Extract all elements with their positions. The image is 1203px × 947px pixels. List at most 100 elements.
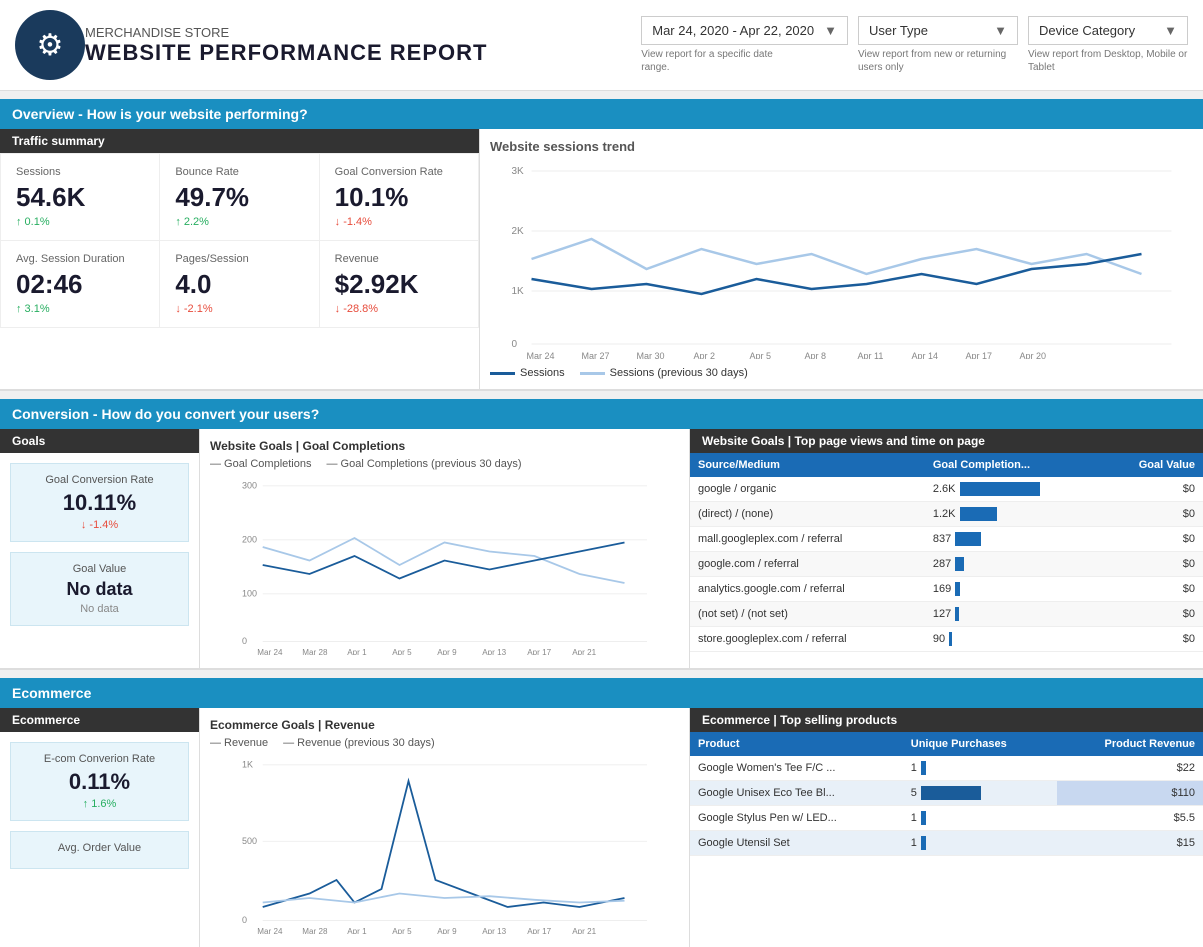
device-arrow: ▼: [1164, 23, 1177, 38]
sessions-trend-chart: 3K 2K 1K 0 Mar 24 Mar 27 Mar 30 Apr 2 Ap…: [490, 159, 1193, 359]
svg-text:Apr 11: Apr 11: [858, 351, 884, 359]
website-goals-panel: Website Goals | Top page views and time …: [690, 429, 1203, 668]
metric-card: Bounce Rate 49.7% ↑ 2.2%: [160, 154, 318, 240]
legend-sessions: Sessions: [490, 367, 565, 379]
device-filter-group: Device Category ▼ View report from Deskt…: [1028, 16, 1188, 74]
svg-text:3K: 3K: [512, 166, 525, 177]
metric-card: Goal Conversion Rate 10.1% ↓ -1.4%: [320, 154, 478, 240]
bar-fill: [960, 482, 1040, 496]
bar-fill: [960, 507, 997, 521]
trend-legend: Sessions Sessions (previous 30 days): [490, 367, 1193, 379]
conversion-section-header: Conversion - How do you convert your use…: [0, 399, 1203, 429]
goals-chart-legend: — Goal Completions — Goal Completions (p…: [210, 458, 679, 470]
svg-text:Apr 5: Apr 5: [392, 648, 412, 655]
metric-change: ↓ -2.1%: [175, 303, 303, 315]
purchases-bar: [921, 836, 926, 850]
list-item: Google Utensil Set 1 $15: [690, 831, 1203, 856]
user-type-arrow: ▼: [994, 23, 1007, 38]
goal-conversion-change: -1.4%: [21, 519, 178, 531]
svg-text:Apr 13: Apr 13: [482, 648, 506, 655]
goals-chart-panel: Website Goals | Goal Completions — Goal …: [200, 429, 690, 668]
ecom-goals-header: Ecommerce: [0, 708, 199, 732]
purchases-bar: [921, 811, 926, 825]
metric-value: 49.7%: [175, 182, 303, 213]
svg-text:Apr 13: Apr 13: [482, 927, 506, 934]
svg-text:Apr 2: Apr 2: [694, 351, 716, 359]
legend-sessions-label: Sessions: [520, 367, 565, 379]
header-title: MERCHANDISE STORE WEBSITE PERFORMANCE RE…: [85, 25, 641, 66]
legend-prev-sessions: Sessions (previous 30 days): [580, 367, 748, 379]
metric-card: Revenue $2.92K ↓ -28.8%: [320, 241, 478, 327]
user-type-dropdown[interactable]: User Type ▼: [858, 16, 1018, 45]
metric-card: Sessions 54.6K ↑ 0.1%: [1, 154, 159, 240]
goal-value-card: Goal Value No data No data: [10, 552, 189, 626]
svg-text:0: 0: [512, 339, 518, 350]
device-hint: View report from Desktop, Mobile or Tabl…: [1028, 48, 1188, 74]
user-type-filter-group: User Type ▼ View report from new or retu…: [858, 16, 1018, 74]
bar-fill: [955, 532, 981, 546]
completions-cell: 1.2K: [925, 502, 1100, 527]
metric-label: Avg. Session Duration: [16, 253, 144, 265]
goal-value-cell: $0: [1100, 527, 1203, 552]
metric-value: 54.6K: [16, 182, 144, 213]
metric-value: 4.0: [175, 269, 303, 300]
goal-value-cell: $0: [1100, 502, 1203, 527]
product-revenue-cell: $5.5: [1057, 806, 1203, 831]
list-item: Google Women's Tee F/C ... 1 $22: [690, 756, 1203, 781]
legend-prev-sessions-line: [580, 372, 605, 375]
metric-change: ↓ -1.4%: [335, 216, 463, 228]
list-item: Google Stylus Pen w/ LED... 1 $5.5: [690, 806, 1203, 831]
user-type-hint: View report from new or returning users …: [858, 48, 1018, 74]
device-category-dropdown[interactable]: Device Category ▼: [1028, 16, 1188, 45]
col-completions: Goal Completion...: [925, 453, 1100, 477]
svg-text:100: 100: [242, 589, 257, 599]
product-revenue-cell: $15: [1057, 831, 1203, 856]
metric-label: Goal Conversion Rate: [335, 166, 463, 178]
table-row: google.com / referral 287 $0: [690, 552, 1203, 577]
date-dropdown-arrow: ▼: [824, 23, 837, 38]
goal-value-label: Goal Value: [21, 563, 178, 575]
ecom-chart-panel: Ecommerce Goals | Revenue — Revenue — Re…: [200, 708, 690, 947]
metric-label: Bounce Rate: [175, 166, 303, 178]
svg-text:Mar 24: Mar 24: [257, 648, 283, 655]
date-range-dropdown[interactable]: Mar 24, 2020 - Apr 22, 2020 ▼: [641, 16, 848, 45]
date-range-label: Mar 24, 2020 - Apr 22, 2020: [652, 23, 814, 38]
product-name-cell: Google Women's Tee F/C ...: [690, 756, 903, 781]
metric-label: Revenue: [335, 253, 463, 265]
svg-text:Apr 9: Apr 9: [437, 927, 457, 934]
svg-text:Apr 8: Apr 8: [805, 351, 827, 359]
col-purchases: Unique Purchases: [903, 732, 1057, 756]
overview-section-header: Overview - How is your website performin…: [0, 99, 1203, 129]
metric-value: $2.92K: [335, 269, 463, 300]
svg-text:Apr 5: Apr 5: [392, 927, 412, 934]
completions-cell: 837: [925, 527, 1100, 552]
svg-text:Apr 17: Apr 17: [527, 927, 551, 934]
legend-prev-sessions-label: Sessions (previous 30 days): [610, 367, 748, 379]
metric-value: 10.1%: [335, 182, 463, 213]
goals-header: Goals: [0, 429, 199, 453]
goal-value-cell: $0: [1100, 577, 1203, 602]
metric-change: ↓ -28.8%: [335, 303, 463, 315]
metric-label: Sessions: [16, 166, 144, 178]
goal-value-cell: $0: [1100, 627, 1203, 652]
purchases-bar: [921, 786, 981, 800]
svg-text:300: 300: [242, 481, 257, 491]
col-product: Product: [690, 732, 903, 756]
col-revenue: Product Revenue: [1057, 732, 1203, 756]
completions-cell: 169: [925, 577, 1100, 602]
svg-text:Apr 20: Apr 20: [1020, 351, 1047, 359]
metric-card: Pages/Session 4.0 ↓ -2.1%: [160, 241, 318, 327]
svg-text:Apr 5: Apr 5: [750, 351, 772, 359]
product-revenue-cell: $110: [1057, 781, 1203, 806]
metric-value: 02:46: [16, 269, 144, 300]
svg-text:0: 0: [242, 915, 247, 925]
ecommerce-container: Ecommerce E-com Converion Rate 0.11% 1.6…: [0, 708, 1203, 947]
avg-order-card: Avg. Order Value: [10, 831, 189, 869]
svg-text:Mar 24: Mar 24: [527, 351, 555, 359]
logo: ⚙: [15, 10, 85, 80]
ecom-conversion-label: E-com Converion Rate: [21, 753, 178, 765]
report-name: WEBSITE PERFORMANCE REPORT: [85, 40, 641, 66]
source-cell: analytics.google.com / referral: [690, 577, 925, 602]
source-cell: (direct) / (none): [690, 502, 925, 527]
legend-sessions-line: [490, 372, 515, 375]
